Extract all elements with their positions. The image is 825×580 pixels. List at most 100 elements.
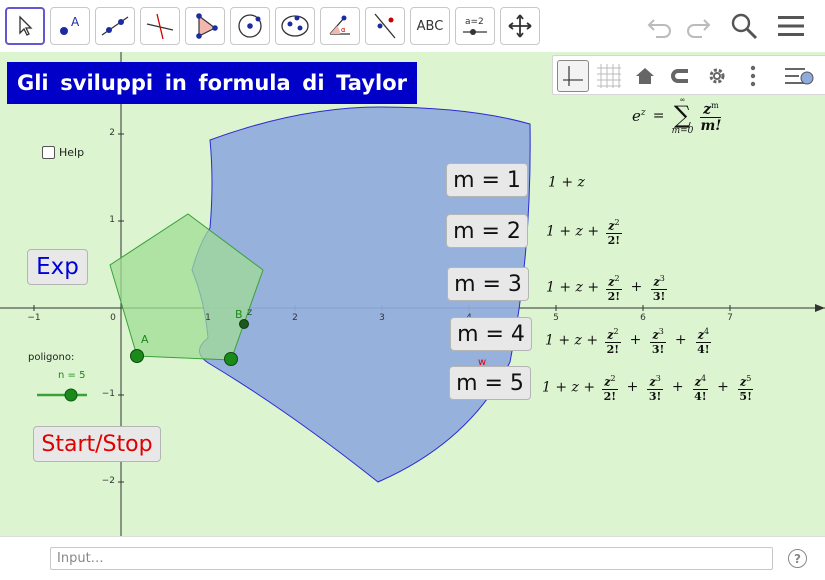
title-word: Taylor (336, 71, 407, 95)
m1-button[interactable]: m = 1 (446, 163, 528, 197)
slider-handle[interactable] (64, 388, 78, 402)
point-z-label: z (247, 307, 252, 318)
search-icon (731, 13, 758, 40)
term-den: 5! (739, 389, 752, 403)
point-capturing-button[interactable] (665, 60, 697, 92)
plus-sign: + (674, 332, 687, 349)
style-bar (552, 55, 825, 95)
point-tool[interactable]: A (50, 7, 90, 45)
term-z4: z4 4! (695, 325, 712, 356)
term-z3: z3 3! (651, 272, 667, 303)
term-sup: 4 (700, 374, 707, 383)
ellipse-tool[interactable] (275, 7, 315, 45)
reflect-tool[interactable] (365, 7, 405, 45)
svg-text:a=2: a=2 (465, 17, 484, 27)
term-z4: z4 4! (692, 372, 709, 403)
magnet-icon (671, 69, 688, 83)
formula-m1-text: 1 + z (548, 174, 585, 191)
sigma-icon: ∑ (673, 101, 692, 129)
exp-button[interactable]: Exp (27, 249, 88, 285)
undo-button[interactable] (642, 8, 678, 44)
term-sup: 2 (614, 274, 620, 283)
slider-tool[interactable]: a=2 (455, 7, 495, 45)
x-tick-label: 5 (553, 313, 559, 323)
text-icon: ABC (416, 18, 444, 34)
y-tick-label: −1 (101, 389, 115, 399)
series-den: m! (700, 118, 722, 135)
term-sup: 4 (703, 327, 710, 336)
series-term: zm m! (700, 98, 722, 135)
toggle-axes-button[interactable] (557, 60, 589, 92)
term-sup: 3 (655, 374, 661, 383)
point-z[interactable] (239, 319, 249, 329)
circle-center-point-icon (238, 14, 262, 38)
m3-button[interactable]: m = 3 (447, 267, 529, 301)
home-icon (636, 68, 654, 84)
term-den: 2! (607, 233, 621, 247)
x-tick-label: 6 (640, 313, 646, 323)
point-b[interactable] (224, 352, 238, 366)
start-stop-button[interactable]: Start/Stop (33, 426, 161, 462)
m4-button[interactable]: m = 4 (450, 317, 532, 351)
input-help-button[interactable]: ? (788, 549, 807, 568)
x-tick-label: 3 (379, 313, 385, 323)
angle-tool[interactable]: α (320, 7, 360, 45)
plus-sign: + (717, 379, 729, 396)
toggle-grid-button[interactable] (593, 60, 625, 92)
main-menu-button[interactable] (773, 8, 809, 44)
circle-tool[interactable] (230, 7, 270, 45)
title-word: Gli (17, 71, 49, 95)
m2-button[interactable]: m = 2 (446, 214, 528, 248)
input-bar: ? (0, 536, 825, 580)
formula-prefix: 1 + z + (546, 223, 600, 240)
y-tick-label: 1 (109, 215, 115, 225)
formula-prefix: 1 + z + (545, 332, 599, 349)
plus-sign: + (671, 379, 684, 396)
svg-text:α: α (341, 26, 346, 34)
menu-icon (778, 16, 804, 36)
plus-sign: + (630, 279, 643, 296)
formula-m5: 1 + z + z2 2! + z3 3! + z4 4! + z5 5! (542, 372, 755, 403)
line-tool[interactable] (95, 7, 135, 45)
more-options-button[interactable] (737, 60, 769, 92)
help-checkbox[interactable]: Help (42, 146, 84, 159)
y-tick-label: 2 (109, 128, 115, 138)
style-bar-toggle-button[interactable] (783, 60, 815, 92)
slider-label: n = 5 (58, 370, 86, 381)
algebra-input[interactable] (50, 547, 773, 570)
x-tick-label: 7 (727, 313, 733, 323)
series-lhs-sup: z (640, 108, 646, 118)
standard-view-button[interactable] (629, 60, 661, 92)
series-num: z (703, 101, 712, 118)
title-word: sviluppi (60, 71, 154, 95)
series-lhs: e (632, 107, 641, 125)
formula-m2: 1 + z + z2 2! (546, 216, 624, 247)
polygon-tool[interactable] (185, 7, 225, 45)
more-icon (750, 65, 756, 87)
text-tool[interactable]: ABC (410, 7, 450, 45)
term-z2: z2 2! (606, 216, 622, 247)
formula-m3: 1 + z + z2 2! + z3 3! (546, 272, 669, 303)
term-z2: z2 2! (605, 325, 621, 356)
series-eq: = (652, 108, 665, 124)
m5-button[interactable]: m = 5 (449, 366, 531, 400)
undo-icon (647, 19, 671, 38)
checkbox-icon[interactable] (42, 146, 55, 159)
term-sup: 2 (614, 218, 620, 227)
move-graphics-view-tool[interactable] (500, 7, 540, 45)
term-sup: 3 (659, 274, 665, 283)
point-a[interactable] (130, 349, 144, 363)
plus-sign: + (626, 379, 639, 396)
move-tool[interactable] (5, 7, 45, 45)
toolbar: A α ABC a=2 (0, 0, 825, 52)
graphics-settings-button[interactable] (701, 60, 733, 92)
search-button[interactable] (726, 8, 762, 44)
term-den: 3! (652, 289, 666, 303)
formula-m1: 1 + z (548, 172, 585, 191)
perpendicular-line-tool[interactable] (140, 7, 180, 45)
angle-icon: α (329, 15, 350, 35)
page-title: Gli sviluppi in formula di Taylor (7, 62, 417, 104)
reflect-icon (374, 13, 396, 39)
redo-button[interactable] (680, 8, 716, 44)
point-a-label: A (141, 333, 149, 346)
